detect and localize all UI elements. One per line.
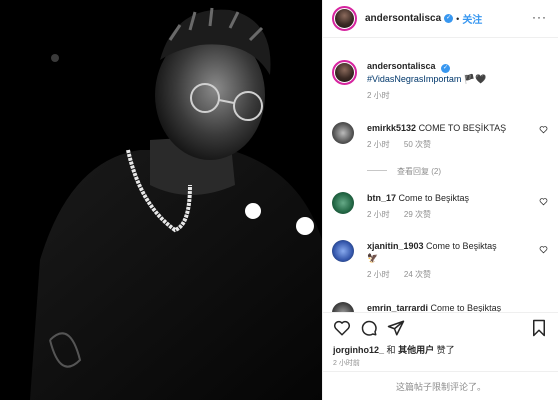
comment-time: 2 小时 [367, 210, 390, 219]
caption-time: 2 小时 [367, 91, 390, 100]
follow-button[interactable]: 关注 [462, 11, 482, 26]
liked-suffix: 赞了 [436, 345, 455, 355]
caption-username[interactable]: andersontalisca [367, 61, 436, 71]
comment-username[interactable]: emirkk5132 [367, 123, 416, 133]
view-replies-link[interactable]: 查看回复 (2) [367, 166, 441, 177]
comment-text: Come to Beşiktaş [430, 303, 502, 312]
comments-list[interactable]: andersontalisca ✓ #VidasNegrasImportam 🏴… [323, 38, 558, 312]
verified-icon: ✓ [444, 14, 454, 23]
comment-username[interactable]: emrin_tarrardi [367, 303, 428, 312]
likes-summary: jorginho12_ 和 其他用户 赞了 [333, 343, 455, 356]
comment-likes[interactable]: 29 次赞 [404, 210, 431, 219]
comment-avatar[interactable] [332, 240, 354, 262]
liked-others-link[interactable]: 其他用户 [398, 345, 434, 355]
post-header: andersontalisca ✓ • 关注 ··· [323, 0, 558, 38]
avatar[interactable] [332, 6, 357, 31]
verified-icon: ✓ [441, 64, 451, 73]
comment-username[interactable]: xjanitin_1903 [367, 241, 424, 251]
comment-text: Come to Beşiktaş [426, 241, 497, 251]
liked-connector: 和 [386, 345, 396, 355]
comments-limited-notice: 这篇帖子限制评论了。 [323, 371, 558, 400]
share-icon[interactable] [387, 319, 405, 337]
caption-emoji: 🏴🖤 [463, 74, 487, 84]
post-side-panel: andersontalisca ✓ • 关注 ··· andersontalis… [322, 0, 558, 400]
separator-dot: • [456, 13, 460, 24]
like-comment-icon[interactable] [539, 245, 548, 254]
comment-text: Come to Beşiktaş [398, 193, 470, 203]
author-username[interactable]: andersontalisca [365, 13, 441, 24]
like-comment-icon[interactable] [539, 197, 548, 206]
post-timestamp[interactable]: 2 小时前 [333, 358, 360, 368]
bookmark-icon[interactable] [531, 319, 547, 337]
hashtag-link[interactable]: #VidasNegrasImportam [367, 74, 461, 84]
comment-time: 2 小时 [367, 140, 390, 149]
comment-likes[interactable]: 24 次赞 [404, 270, 431, 279]
portrait-image [0, 0, 322, 400]
comment-likes[interactable]: 50 次赞 [404, 140, 431, 149]
comment-time: 2 小时 [367, 270, 390, 279]
comment-avatar[interactable] [332, 122, 354, 144]
like-comment-icon[interactable] [539, 125, 548, 134]
caption-avatar[interactable] [332, 60, 357, 85]
post-photo[interactable] [0, 0, 322, 400]
post-actions: jorginho12_ 和 其他用户 赞了 2 小时前 这篇帖子限制评论了。 [323, 312, 558, 400]
comment-text: COME TO BEŞİKTAŞ [418, 123, 507, 133]
heart-icon[interactable] [333, 319, 351, 337]
comment-avatar[interactable] [332, 302, 354, 312]
comment-avatar[interactable] [332, 192, 354, 214]
comment-icon[interactable] [360, 319, 378, 337]
liked-by-username[interactable]: jorginho12_ [333, 345, 384, 355]
comment-username[interactable]: btn_17 [367, 193, 396, 203]
comment-emoji: 🦅 [367, 253, 379, 263]
more-options-icon[interactable]: ··· [532, 11, 547, 23]
